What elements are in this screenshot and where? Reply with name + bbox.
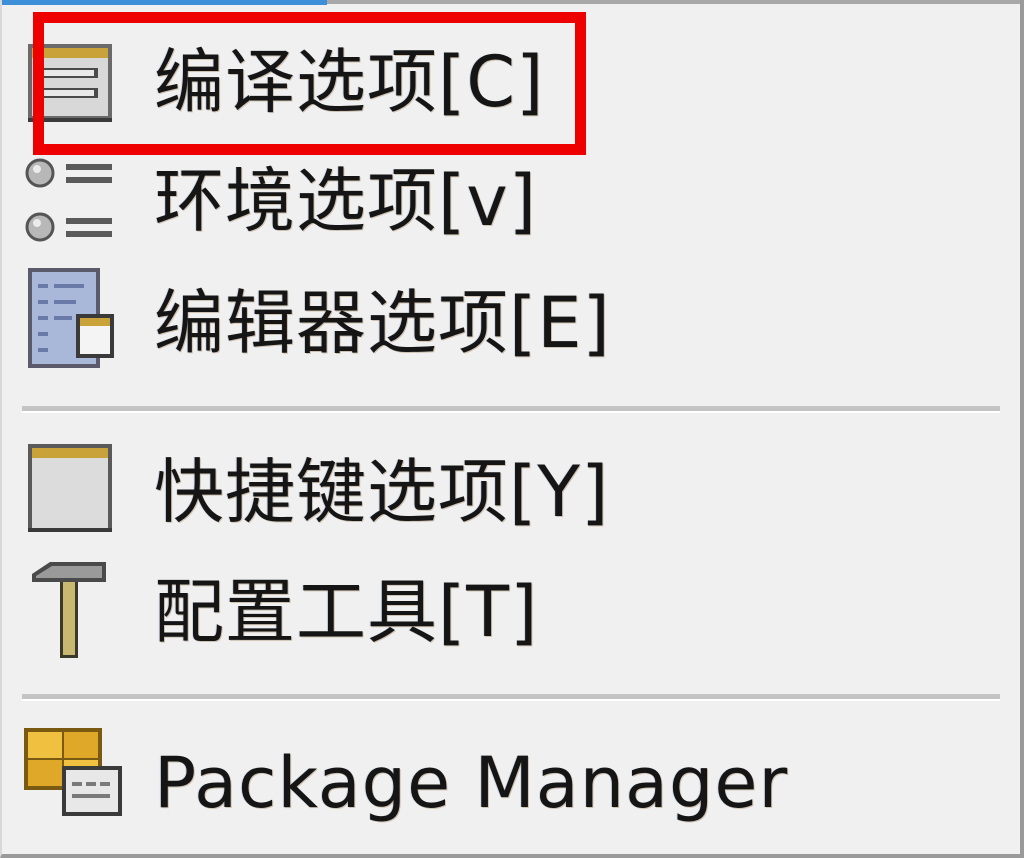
menu-top-border [327, 0, 1020, 4]
menu-item-label: 快捷键选项[Y] [154, 451, 610, 533]
menu-item-label: 编辑器选项[E] [154, 281, 611, 364]
menu-item-label: 环境选项[v] [154, 160, 538, 242]
editor-options-icon [20, 260, 120, 385]
environment-options-icon [20, 142, 120, 260]
hammer-icon [20, 552, 120, 672]
menu-item-label: 编译选项[C] [154, 41, 545, 123]
menu-item-environment-options[interactable]: 环境选项[v] [2, 142, 1020, 260]
package-manager-icon [20, 720, 122, 845]
menu-item-compiler-options[interactable]: 编译选项[C] [2, 22, 1020, 142]
shortcut-options-icon [20, 432, 120, 552]
menu-item-config-tools[interactable]: 配置工具[T] [2, 552, 1020, 672]
tools-dropdown-menu: 编译选项[C] 环境选项[v] 编辑器选项[E] 快捷键选项[Y] 配置工具[T… [0, 0, 1024, 858]
menu-item-shortcut-options[interactable]: 快捷键选项[Y] [2, 432, 1020, 552]
menu-separator [22, 694, 1000, 701]
compiler-options-icon [20, 22, 120, 142]
menu-top-accent [2, 0, 327, 5]
menu-separator [22, 406, 1000, 413]
menu-item-package-manager[interactable]: Package Manager [2, 720, 1020, 845]
menu-item-label: Package Manager [154, 741, 789, 824]
menu-item-label: 配置工具[T] [154, 571, 539, 653]
menu-item-editor-options[interactable]: 编辑器选项[E] [2, 260, 1020, 385]
